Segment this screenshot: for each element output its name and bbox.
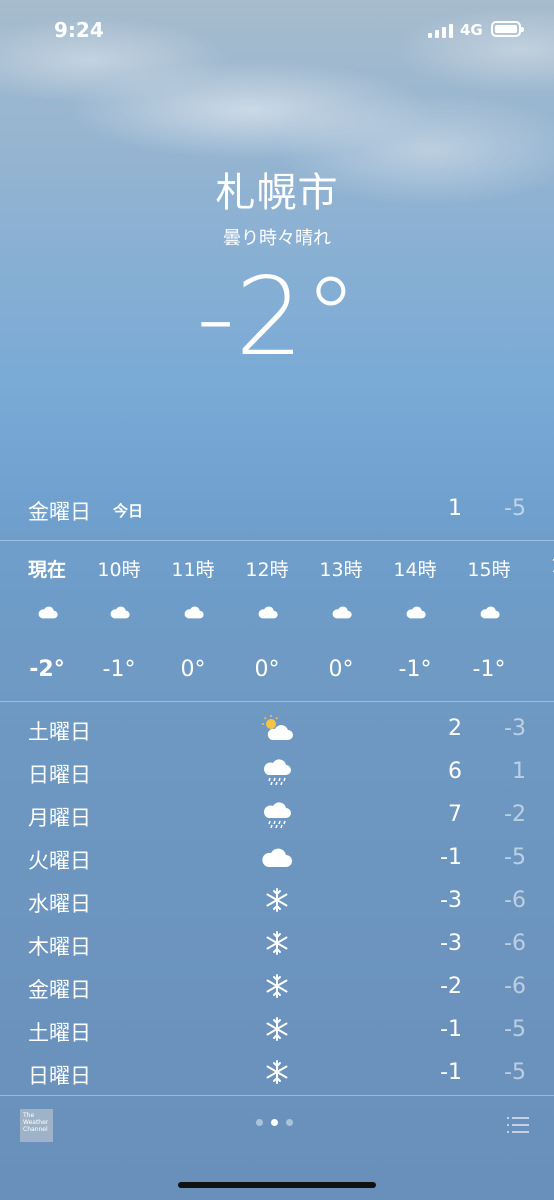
day-high: 7: [448, 802, 462, 827]
daily-row: 火曜日 -1 -5: [0, 835, 554, 878]
hour-temperature: -: [533, 657, 554, 682]
day-low: 1: [512, 759, 526, 784]
city-name: 札幌市: [215, 170, 339, 216]
day-name: 土曜日: [28, 720, 91, 744]
cloud-icon: [254, 603, 282, 621]
day-high: -1: [440, 845, 462, 870]
page-indicator[interactable]: [256, 1119, 293, 1126]
day-name: 日曜日: [28, 1064, 91, 1088]
day-low: -2: [504, 802, 526, 827]
current-temperature: -2°: [196, 255, 358, 380]
hour-temperature: -1°: [398, 657, 432, 682]
day-low: -6: [504, 931, 526, 956]
today-day-name: 金曜日: [28, 500, 91, 524]
rain-cloud-icon: [260, 800, 294, 829]
daily-row: 日曜日 -1 -5: [0, 1050, 554, 1093]
day-high: -2: [440, 974, 462, 999]
page-dot[interactable]: [271, 1119, 278, 1126]
snowflake-icon: [260, 1058, 294, 1086]
signal-icon: [428, 22, 453, 38]
hour-label: 12時: [245, 559, 289, 581]
day-low: -6: [504, 974, 526, 999]
list-icon[interactable]: [506, 1116, 530, 1134]
today-label: 今日: [113, 502, 144, 520]
location-header: 札幌市 曇り時々晴れ: [0, 160, 554, 250]
day-name: 土曜日: [28, 1021, 91, 1045]
day-high: -3: [440, 931, 462, 956]
page-dot[interactable]: [256, 1119, 263, 1126]
today-high: 1: [448, 496, 462, 521]
day-high: 2: [448, 716, 462, 741]
day-name: 月曜日: [28, 806, 91, 830]
hour-temperature: 0°: [254, 657, 280, 682]
snowflake-icon: [260, 972, 294, 1000]
day-name: 日曜日: [28, 763, 91, 787]
cloud-icon: [180, 603, 208, 621]
daily-row: 木曜日 -3 -6: [0, 921, 554, 964]
day-high: -1: [440, 1017, 462, 1042]
sun-icon: [550, 603, 554, 621]
snowflake-icon: [260, 1015, 294, 1043]
page-dot[interactable]: [286, 1119, 293, 1126]
hour-label: 11時: [171, 559, 215, 581]
partly-sunny-icon: [260, 714, 294, 742]
day-low: -5: [504, 1017, 526, 1042]
divider: [0, 701, 554, 702]
day-high: -1: [440, 1060, 462, 1085]
day-name: 木曜日: [28, 935, 91, 959]
today-summary: 金曜日 今日 1 -5: [0, 490, 554, 530]
daily-row: 月曜日 7 -2: [0, 792, 554, 835]
day-low: -3: [504, 716, 526, 741]
hour-temperature: 0°: [180, 657, 206, 682]
hour-temperature: -1°: [102, 657, 136, 682]
cloud-icon: [106, 603, 134, 621]
today-low: -5: [504, 496, 526, 521]
battery-icon: [491, 21, 524, 37]
weather-condition: 曇り時々晴れ: [223, 228, 331, 249]
hourly-forecast[interactable]: 現在 -2° 10時 -1° 11時 0° 12時 0° 13時 0° 14時 -1° 15時 -1° 16…: [0, 541, 554, 701]
cloud-icon: [34, 603, 62, 621]
snowflake-icon: [260, 886, 294, 914]
daily-row: 日曜日 6 1: [0, 749, 554, 792]
daily-row: 水曜日 -3 -6: [0, 878, 554, 921]
day-high: 6: [448, 759, 462, 784]
daily-row: 土曜日 2 -3: [0, 706, 554, 749]
hour-temperature: 0°: [328, 657, 354, 682]
day-low: -5: [504, 1060, 526, 1085]
rain-cloud-icon: [260, 757, 294, 786]
daily-row: 金曜日 -2 -6: [0, 964, 554, 1007]
day-name: 水曜日: [28, 892, 91, 916]
status-bar: 9:24 4G: [0, 0, 554, 60]
day-low: -6: [504, 888, 526, 913]
cloud-icon: [328, 603, 356, 621]
day-name: 金曜日: [28, 978, 91, 1002]
hour-temperature: -2°: [29, 657, 65, 682]
hour-temperature: -1°: [472, 657, 506, 682]
footer: The Weather Channel: [0, 1096, 554, 1156]
snowflake-icon: [260, 929, 294, 957]
hour-label: 10時: [97, 559, 141, 581]
hour-label: 13時: [319, 559, 363, 581]
status-time: 9:24: [54, 18, 104, 42]
hour-label: 15時: [467, 559, 511, 581]
hour-label: 現在: [27, 559, 66, 581]
daily-row: 土曜日 -1 -5: [0, 1007, 554, 1050]
cloud-icon: [402, 603, 430, 621]
cloud-icon: [476, 603, 504, 621]
cloud-icon: [260, 843, 294, 871]
weather-channel-logo[interactable]: The Weather Channel: [20, 1109, 53, 1142]
home-indicator[interactable]: [178, 1182, 376, 1188]
day-high: -3: [440, 888, 462, 913]
network-type: 4G: [460, 21, 483, 39]
day-name: 火曜日: [28, 849, 91, 873]
hour-label: 14時: [393, 559, 437, 581]
hour-label: 16: [533, 555, 554, 577]
day-low: -5: [504, 845, 526, 870]
